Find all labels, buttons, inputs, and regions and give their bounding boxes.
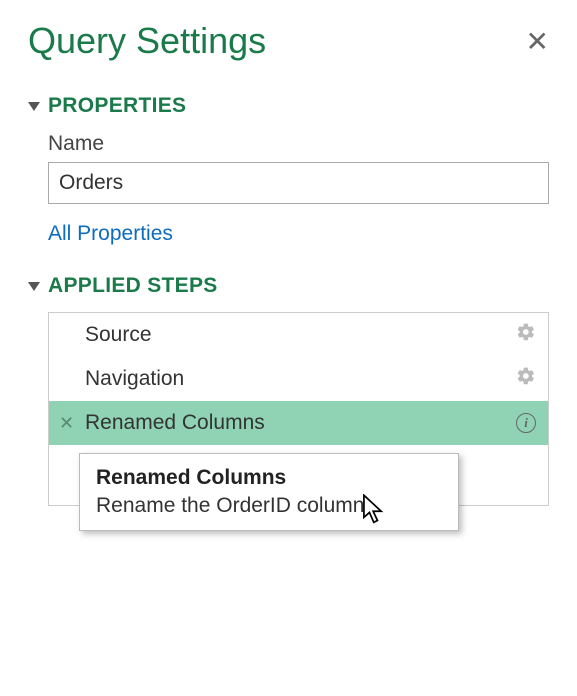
steps-list: Source Navigation ✕ Renamed Columns i Re… <box>48 312 549 506</box>
collapse-arrow-icon <box>28 102 40 111</box>
properties-heading: PROPERTIES <box>48 94 186 118</box>
close-icon[interactable]: ✕ <box>526 25 549 58</box>
steps-header[interactable]: APPLIED STEPS <box>28 274 549 298</box>
all-properties-link[interactable]: All Properties <box>48 222 549 246</box>
gear-icon[interactable] <box>516 322 536 348</box>
collapse-arrow-icon <box>28 282 40 291</box>
step-label: Navigation <box>85 367 516 391</box>
panel-header: Query Settings ✕ <box>28 20 549 62</box>
step-renamed-columns[interactable]: ✕ Renamed Columns i <box>49 401 548 445</box>
tooltip-description: Rename the OrderID column. <box>96 494 442 518</box>
name-label: Name <box>48 132 549 156</box>
step-tooltip: Renamed Columns Rename the OrderID colum… <box>79 453 459 531</box>
gear-icon[interactable] <box>516 366 536 392</box>
step-source[interactable]: Source <box>49 313 548 357</box>
step-label: Renamed Columns <box>85 411 516 435</box>
tooltip-title: Renamed Columns <box>96 466 442 490</box>
panel-title: Query Settings <box>28 20 266 62</box>
properties-section: PROPERTIES Name All Properties <box>28 94 549 246</box>
applied-steps-section: APPLIED STEPS Source Navigation ✕ Rename… <box>28 274 549 506</box>
properties-header[interactable]: PROPERTIES <box>28 94 549 118</box>
step-navigation[interactable]: Navigation <box>49 357 548 401</box>
info-icon[interactable]: i <box>516 413 536 433</box>
query-name-input[interactable] <box>48 162 549 204</box>
delete-step-icon[interactable]: ✕ <box>59 413 74 434</box>
step-label: Source <box>85 323 516 347</box>
steps-heading: APPLIED STEPS <box>48 274 218 298</box>
